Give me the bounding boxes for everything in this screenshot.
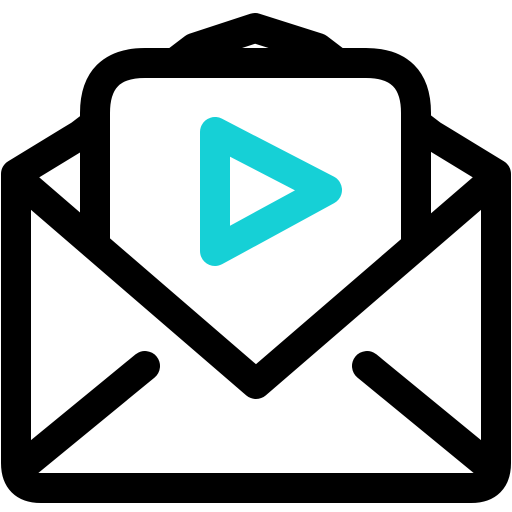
envelope-video-icon xyxy=(1,13,511,503)
envelope-fold-left-icon xyxy=(13,351,160,477)
icon-canvas xyxy=(0,0,512,512)
envelope-fold-right-icon xyxy=(352,351,499,477)
